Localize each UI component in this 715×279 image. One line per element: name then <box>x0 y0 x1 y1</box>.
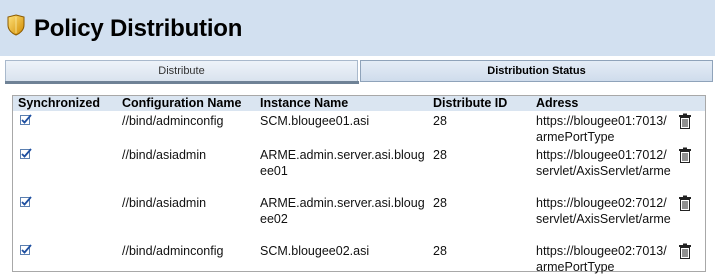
cell-configuration-name: //bind/adminconfig <box>122 244 224 258</box>
trash-icon[interactable] <box>678 195 692 211</box>
checkmark-icon <box>20 244 32 255</box>
cell-configuration-name: //bind/asiadmin <box>122 196 207 210</box>
column-header-actions <box>671 96 705 111</box>
checkmark-icon <box>20 148 32 159</box>
distribution-status-table: Synchronized Configuration Name Instance… <box>12 95 706 275</box>
trash-icon[interactable] <box>678 113 692 129</box>
cell-configuration-name: //bind/asiadmin <box>122 148 207 162</box>
column-header-distribute-id: Distribute ID <box>428 96 531 111</box>
tab-divider <box>5 81 359 84</box>
trash-icon[interactable] <box>678 243 692 259</box>
cell-instance-name: SCM.blougee02.asi <box>260 244 370 258</box>
cell-configuration-name: //bind/adminconfig <box>122 114 224 128</box>
cell-distribute-id: 28 <box>433 244 447 258</box>
shield-icon <box>7 14 25 36</box>
checkmark-icon <box>20 196 32 207</box>
cell-instance-name: ARME.admin.server.asi.blougee01 <box>260 148 425 178</box>
cell-distribute-id: 28 <box>433 148 447 162</box>
cell-address: https://blougee02:7012/servlet/AxisServl… <box>536 196 671 226</box>
cell-distribute-id: 28 <box>433 114 447 128</box>
table-header-row: Synchronized Configuration Name Instance… <box>13 96 705 111</box>
page-header: Policy Distribution <box>0 0 715 56</box>
tab-distribute[interactable]: Distribute <box>5 60 358 82</box>
cell-address: https://blougee02:7013/armePortType <box>536 244 667 274</box>
cell-address: https://blougee01:7012/servlet/AxisServl… <box>536 148 671 178</box>
column-header-configuration-name: Configuration Name <box>117 96 255 111</box>
table-row: //bind/asiadmin ARME.admin.server.asi.bl… <box>13 145 705 193</box>
table-row: //bind/adminconfig SCM.blougee02.asi 28 … <box>13 241 705 275</box>
cell-instance-name: ARME.admin.server.asi.blougee02 <box>260 196 425 226</box>
table-row: //bind/adminconfig SCM.blougee01.asi 28 … <box>13 111 705 145</box>
checkmark-icon <box>20 114 32 125</box>
page-title: Policy Distribution <box>34 15 243 42</box>
cell-distribute-id: 28 <box>433 196 447 210</box>
cell-address: https://blougee01:7013/armePortType <box>536 114 667 144</box>
column-header-address: Adress <box>531 96 671 111</box>
table-row: //bind/asiadmin ARME.admin.server.asi.bl… <box>13 193 705 241</box>
tab-distribution-status[interactable]: Distribution Status <box>360 60 713 82</box>
column-header-synchronized: Synchronized <box>13 96 117 111</box>
trash-icon[interactable] <box>678 147 692 163</box>
column-header-instance-name: Instance Name <box>255 96 428 111</box>
cell-instance-name: SCM.blougee01.asi <box>260 114 370 128</box>
